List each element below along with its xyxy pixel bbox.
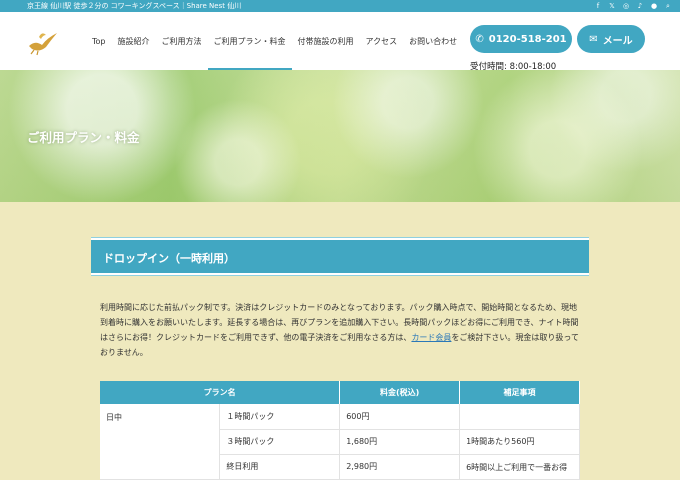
table-row: 日中 １時間パック 600円 bbox=[100, 404, 580, 480]
note-cell: 1時間あたり560円 bbox=[459, 429, 580, 455]
period-cell: 日中 bbox=[100, 404, 221, 480]
nav-item-access[interactable]: アクセス bbox=[360, 12, 404, 70]
header-price: 料金(税込) bbox=[339, 381, 461, 404]
x-icon[interactable]: 𝕏 bbox=[608, 2, 616, 10]
section-header: ドロップイン（一時利用） bbox=[91, 237, 589, 276]
nav-item-plans-pricing[interactable]: ご利用プラン・料金 bbox=[207, 12, 292, 70]
table-header-row: プラン名 料金(税込) 補足事項 bbox=[100, 381, 580, 404]
facebook-icon[interactable]: f bbox=[594, 2, 602, 10]
note-cell bbox=[459, 404, 580, 430]
nav-item-how-to-use[interactable]: ご利用方法 bbox=[156, 12, 208, 70]
line-icon[interactable]: ● bbox=[650, 2, 658, 10]
top-bar: 京王線 仙川駅 徒歩２分の コワーキングスペース｜Share Nest 仙川 f… bbox=[0, 0, 680, 12]
pricing-table: プラン名 料金(税込) 補足事項 日中 １時間パック 600円 ３時間パック 1… bbox=[100, 381, 580, 480]
site-tagline: 京王線 仙川駅 徒歩２分の コワーキングスペース｜Share Nest 仙川 bbox=[27, 2, 242, 10]
search-icon[interactable]: ⌕ bbox=[664, 2, 672, 10]
header-notes: 補足事項 bbox=[459, 381, 580, 404]
price-cell: 1,680円 bbox=[339, 429, 461, 455]
nav-item-facilities[interactable]: 施設紹介 bbox=[112, 12, 156, 70]
phone-icon: ✆ bbox=[475, 33, 484, 45]
nav-item-top[interactable]: Top bbox=[86, 12, 112, 70]
main-nav: Top 施設紹介 ご利用方法 ご利用プラン・料金 付帯施設の利用 アクセス お問… bbox=[86, 12, 463, 70]
nav-item-facility-use[interactable]: 付帯施設の利用 bbox=[292, 12, 360, 70]
plan-cell: １時間パック bbox=[219, 404, 341, 430]
social-links: f 𝕏 ◎ ♪ ● ⌕ bbox=[594, 0, 672, 12]
header-plan-name: プラン名 bbox=[100, 381, 341, 404]
hero-banner: ご利用プラン・料金 bbox=[0, 70, 680, 202]
nav-item-contact[interactable]: お問い合わせ bbox=[403, 12, 463, 70]
price-cell: 2,980円 bbox=[339, 454, 461, 480]
tiktok-icon[interactable]: ♪ bbox=[636, 2, 644, 10]
mail-button[interactable]: ✉ メール bbox=[577, 25, 645, 53]
plan-description: 利用時間に応じた前払パック制です。決済はクレジットカードのみとなっております。パ… bbox=[100, 300, 580, 360]
plan-cell: ３時間パック bbox=[219, 429, 341, 455]
site-header: Top 施設紹介 ご利用方法 ご利用プラン・料金 付帯施設の利用 アクセス お問… bbox=[0, 12, 680, 72]
card-member-link[interactable]: カード会員 bbox=[411, 333, 451, 342]
instagram-icon[interactable]: ◎ bbox=[622, 2, 630, 10]
plan-cell: 終日利用 bbox=[219, 454, 341, 480]
envelope-icon: ✉ bbox=[589, 33, 598, 45]
phone-number: 0120-518-201 bbox=[488, 33, 567, 45]
section-title: ドロップイン（一時利用） bbox=[103, 252, 235, 265]
bird-logo-icon[interactable] bbox=[26, 28, 60, 56]
phone-button[interactable]: ✆ 0120-518-201 bbox=[470, 25, 572, 53]
price-cell: 600円 bbox=[339, 404, 461, 430]
note-cell: 6時間以上ご利用で一番お得 bbox=[459, 454, 580, 480]
page-title: ご利用プラン・料金 bbox=[27, 130, 140, 145]
mail-label: メール bbox=[602, 35, 633, 47]
